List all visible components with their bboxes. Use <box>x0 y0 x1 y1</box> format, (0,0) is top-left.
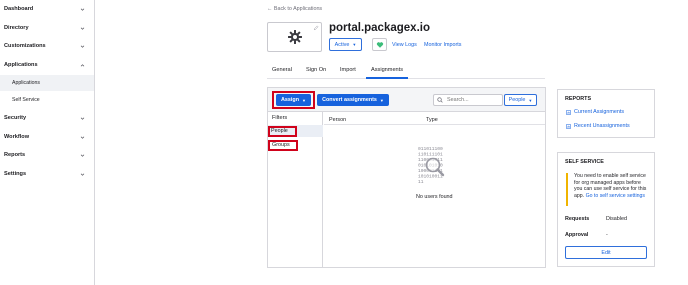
app-logo <box>267 22 322 52</box>
recent-unassignments-label: Recent Unassignments <box>574 123 630 129</box>
sidebar-item-label: Settings <box>4 171 27 177</box>
sidebar-item-label: Directory <box>4 25 29 31</box>
page-title: portal.packagex.io <box>329 22 430 34</box>
sidebar-item-applications[interactable]: Applications <box>0 56 94 74</box>
search-input[interactable] <box>447 97 501 103</box>
sidebar-subitem-label: Self Service <box>12 97 40 103</box>
sidebar-item-label: Dashboard <box>4 6 34 12</box>
chevron-down-icon <box>80 45 85 48</box>
push-status-button[interactable] <box>372 38 387 51</box>
approval-value: - <box>606 232 608 238</box>
search-field[interactable] <box>433 94 503 106</box>
sidebar-item-customizations[interactable]: Customizations <box>0 37 94 55</box>
requests-value: Disabled <box>606 216 627 222</box>
caret-down-icon: ▼ <box>379 97 384 103</box>
chevron-down-icon <box>80 136 85 139</box>
monitor-imports-link[interactable]: Monitor Imports <box>424 42 461 48</box>
sidebar-subitem-self-service[interactable]: Self Service <box>0 92 94 108</box>
caret-down-icon: ▼ <box>528 97 533 103</box>
back-to-applications-link[interactable]: ← Back to Applications <box>267 6 322 12</box>
report-icon <box>566 123 571 129</box>
sidebar-item-dashboard[interactable]: Dashboard <box>0 0 94 18</box>
empty-art-line: 110111101 <box>418 152 443 158</box>
sidebar-item-settings[interactable]: Settings <box>0 165 94 183</box>
sidebar-item-label: Customizations <box>4 43 46 49</box>
sidebar-item-label: Reports <box>4 152 26 158</box>
pencil-icon[interactable] <box>313 25 319 31</box>
sidebar-item-security[interactable]: Security <box>0 109 94 127</box>
tab-assignments[interactable]: Assignments <box>371 67 403 73</box>
tab-general[interactable]: General <box>272 67 292 73</box>
people-filter-dropdown[interactable]: People ▼ <box>504 94 537 106</box>
self-service-notice: You need to enable self service for org … <box>566 173 648 206</box>
empty-art-line: 011011100 <box>418 146 443 152</box>
sidebar: Dashboard Directory Customizations Appli… <box>0 0 95 285</box>
highlight-outline <box>268 126 297 137</box>
current-assignments-label: Current Assignments <box>574 109 625 115</box>
empty-art-line: 101010011 <box>418 174 443 180</box>
reports-title: REPORTS <box>565 96 592 102</box>
highlight-outline <box>268 140 298 151</box>
current-assignments-link[interactable]: Current Assignments <box>566 109 624 115</box>
recent-unassignments-link[interactable]: Recent Unassignments <box>566 123 630 129</box>
active-tab-indicator <box>366 77 408 79</box>
chevron-down-icon <box>80 117 85 120</box>
sidebar-item-reports[interactable]: Reports <box>0 146 94 164</box>
chevron-down-icon <box>80 154 85 157</box>
sidebar-subitem-applications[interactable]: Applications <box>0 75 94 91</box>
caret-down-icon: ▼ <box>352 42 357 47</box>
report-icon <box>566 109 571 115</box>
status-label: Active <box>334 41 350 48</box>
people-filter-label: People <box>508 97 526 103</box>
approval-key: Approval <box>565 232 589 238</box>
heart-icon <box>376 41 383 48</box>
column-header-type: Type <box>426 117 438 123</box>
sidebar-item-workflow[interactable]: Workflow <box>0 128 94 146</box>
empty-state-text: No users found <box>416 194 453 200</box>
self-service-title: SELF SERVICE <box>565 159 604 165</box>
convert-label: Convert assignments <box>322 97 377 103</box>
sidebar-item-label: Workflow <box>4 134 30 140</box>
empty-art-line: 11 <box>418 179 424 185</box>
chevron-down-icon <box>80 173 85 176</box>
sidebar-subitem-label: Applications <box>12 80 40 86</box>
filters-heading: Filters <box>272 115 288 121</box>
convert-assignments-button[interactable]: Convert assignments ▼ <box>317 94 389 106</box>
status-dropdown[interactable]: Active ▼ <box>329 38 362 51</box>
chevron-up-icon <box>80 63 85 66</box>
chevron-down-icon <box>80 27 85 30</box>
tab-sign-on[interactable]: Sign On <box>306 67 326 73</box>
table-header-divider <box>324 124 545 125</box>
sidebar-item-label: Applications <box>4 62 38 68</box>
self-service-settings-link[interactable]: Go to self service settings <box>586 193 645 199</box>
requests-key: Requests <box>565 216 590 222</box>
edit-button[interactable]: Edit <box>565 246 647 259</box>
highlight-outline <box>272 91 315 109</box>
tab-import[interactable]: Import <box>340 67 356 73</box>
sidebar-item-directory[interactable]: Directory <box>0 19 94 37</box>
view-logs-link[interactable]: View Logs <box>392 42 417 48</box>
search-icon <box>437 97 443 103</box>
column-header-person: Person <box>329 117 347 123</box>
gear-icon <box>287 30 302 44</box>
chevron-down-icon <box>80 8 85 11</box>
sidebar-item-label: Security <box>4 115 27 121</box>
empty-state-illustration: 011011100 110111101 110001011 010101010 … <box>418 146 445 185</box>
